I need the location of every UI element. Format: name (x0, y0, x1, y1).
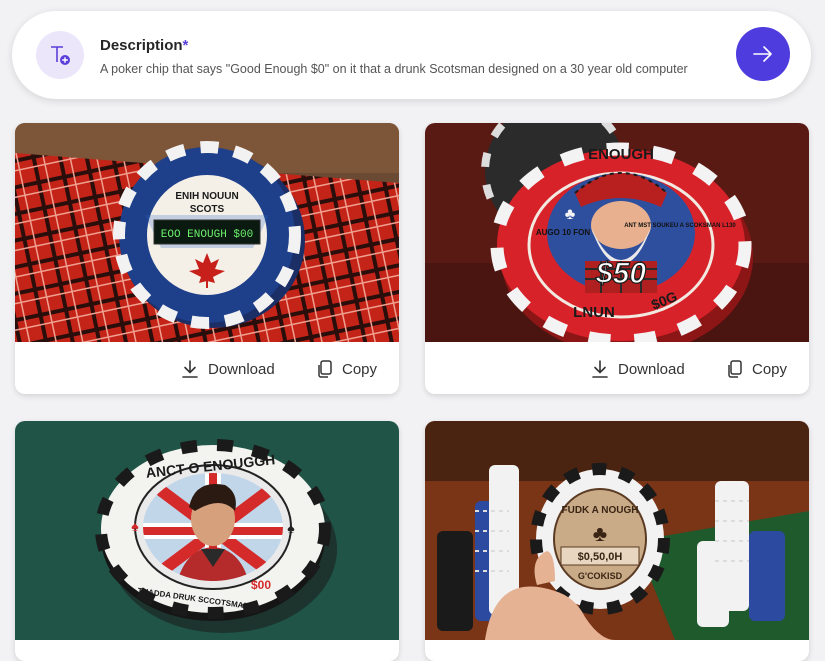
copy-button[interactable]: Copy (727, 358, 787, 380)
copy-button[interactable]: Copy (317, 358, 377, 380)
spade-icon: ♠ (287, 520, 295, 536)
image-card: ENOUGH $50 LNUN $0G AUGO 10 FON ANT MST … (425, 123, 809, 394)
download-icon (182, 360, 198, 378)
chip-text-bottom: LNUN (573, 304, 615, 321)
copy-label: Copy (752, 360, 788, 378)
chip-text-screen: EOO ENOUGH $00 (161, 229, 253, 241)
required-mark: * (182, 37, 189, 54)
chip-text-value: $50 (595, 257, 646, 290)
spade-icon: ♠ (131, 518, 139, 534)
chip-text-top: ENIH NOUUN (175, 191, 238, 202)
chip-text-left: AUGO 10 FON (536, 228, 590, 237)
text-add-icon (36, 31, 84, 79)
download-icon (592, 360, 608, 378)
copy-icon (318, 359, 332, 378)
card-actions: Download Copy (425, 342, 809, 394)
chip-text-top: FUDK A NOUGH (561, 505, 638, 516)
submit-button[interactable] (736, 27, 790, 81)
chip-text-mid: $0,50,0H (578, 551, 623, 563)
chip-text-value: $00 (251, 578, 271, 592)
download-label: Download (208, 360, 275, 378)
chip-text-mid: SCOTS (190, 204, 225, 215)
generated-image[interactable]: FUDK A NOUGH $0,50,0H G'COKISD ♣ (425, 421, 809, 640)
image-card: ENIH NOUUN SCOTS EOO ENOUGH $00 Download… (15, 123, 399, 394)
chip-text-top: ENOUGH (588, 146, 654, 163)
generated-image[interactable]: ENIH NOUUN SCOTS EOO ENOUGH $00 (15, 123, 399, 342)
image-card: FUDK A NOUGH $0,50,0H G'COKISD ♣ (425, 421, 809, 661)
download-button[interactable]: Download (181, 358, 275, 380)
prompt-bar: Description* A poker chip that says "Goo… (12, 11, 811, 99)
chip-text-right: ANT MST SOUKEU A SCOKSMAN L130 (624, 223, 736, 229)
download-label: Download (618, 360, 685, 378)
card-actions: Download Copy (15, 342, 399, 394)
generated-image[interactable]: ENOUGH $50 LNUN $0G AUGO 10 FON ANT MST … (425, 123, 809, 342)
description-text[interactable]: A poker chip that says "Good Enough $0" … (100, 62, 688, 76)
image-card: ANCT O ENOUGGH THADDA DRUK SCCOTSMAN $00… (15, 421, 399, 661)
description-label: Description* (100, 37, 189, 54)
arrow-right-icon (753, 46, 772, 62)
copy-label: Copy (342, 360, 378, 378)
club-icon: ♣ (565, 206, 576, 223)
generated-image[interactable]: ANCT O ENOUGGH THADDA DRUK SCCOTSMAN $00… (15, 421, 399, 640)
download-button[interactable]: Download (591, 358, 685, 380)
copy-icon (728, 359, 742, 378)
chip-text-bottom: G'COKISD (578, 571, 623, 581)
club-icon: ♣ (593, 521, 607, 546)
